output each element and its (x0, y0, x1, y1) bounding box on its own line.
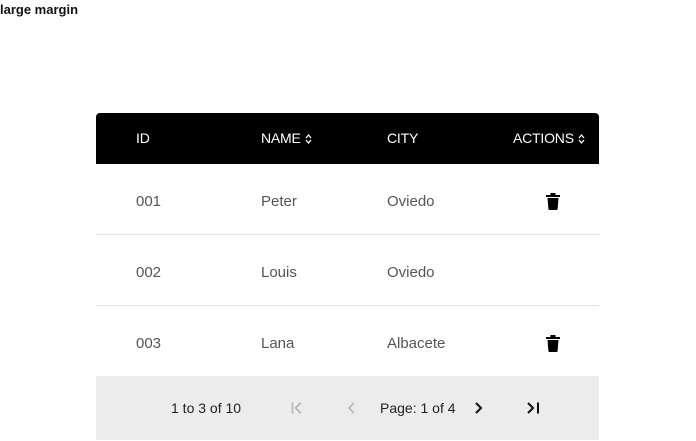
delete-row-button[interactable] (546, 335, 560, 352)
pagination-bar: 1 to 3 of 10 Page: 1 of 4 (96, 376, 599, 440)
sort-icon (305, 133, 312, 145)
column-header-actions[interactable]: ACTIONS (513, 113, 585, 164)
trash-icon (546, 335, 560, 352)
cell-id: 001 (136, 193, 162, 210)
column-header-id: ID (136, 113, 150, 164)
pagination-summary: 1 to 3 of 10 (171, 400, 242, 416)
cell-id: 003 (136, 335, 162, 352)
table-row: 001 Peter Oviedo (96, 164, 599, 235)
column-header-label: NAME (261, 130, 301, 146)
first-page-button[interactable] (290, 400, 306, 416)
cell-name: Peter (261, 193, 297, 210)
data-table: ID NAME CITY ACTIONS 001 Peter Oviedo 00… (96, 113, 599, 440)
sort-icon (578, 133, 585, 145)
next-page-button[interactable] (470, 400, 486, 416)
cell-city: Oviedo (387, 264, 435, 281)
next-page-icon (475, 402, 483, 414)
cell-city: Albacete (387, 335, 446, 352)
last-page-icon (527, 402, 539, 414)
column-header-label: ID (136, 130, 150, 146)
cell-name: Lana (261, 335, 295, 352)
trash-icon (546, 193, 560, 210)
cell-city: Oviedo (387, 193, 435, 210)
column-header-label: ACTIONS (513, 130, 574, 146)
delete-row-button[interactable] (546, 193, 560, 210)
cell-name: Louis (261, 264, 297, 281)
first-page-icon (291, 401, 302, 415)
prev-page-icon (347, 402, 355, 414)
page-indicator: Page: 1 of 4 (380, 400, 456, 416)
column-header-label: CITY (387, 130, 419, 146)
prev-page-button[interactable] (344, 400, 360, 416)
column-header-name[interactable]: NAME (261, 113, 312, 164)
table-row: 003 Lana Albacete (96, 306, 599, 376)
column-header-city: CITY (387, 113, 418, 164)
table-row: 002 Louis Oviedo (96, 235, 599, 306)
last-page-button[interactable] (525, 400, 541, 416)
table-header: ID NAME CITY ACTIONS (96, 113, 599, 164)
table-body: 001 Peter Oviedo 002 Louis Oviedo 003 La… (96, 164, 599, 376)
cell-id: 002 (136, 264, 162, 281)
page-label: large margin (0, 2, 79, 17)
